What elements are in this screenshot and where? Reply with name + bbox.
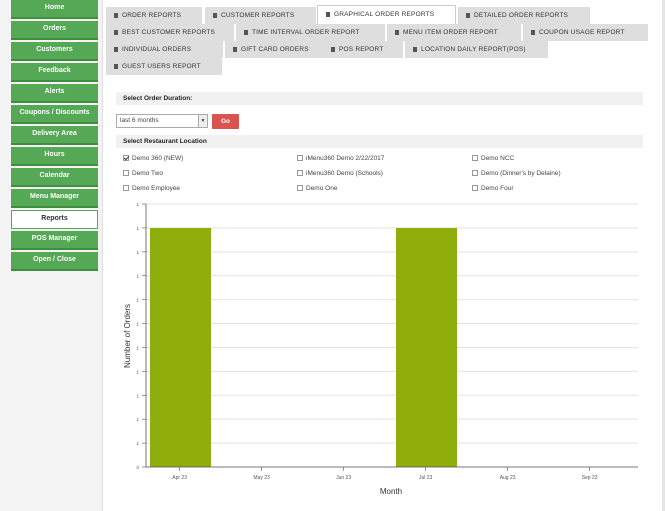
sidebar-item-delivery-area[interactable]: Delivery Area — [11, 126, 98, 145]
document-icon — [213, 13, 217, 18]
location-checkbox[interactable] — [123, 170, 129, 176]
location-option[interactable]: Demo Two — [123, 169, 163, 178]
location-option[interactable]: iMenu360 Demo (Schools) — [297, 169, 383, 178]
sidebar-item-alerts[interactable]: Alerts — [11, 84, 98, 103]
location-option[interactable]: Demo (Dinner's by Delaine) — [472, 169, 561, 178]
sidebar-item-calendar[interactable]: Calendar — [11, 168, 98, 187]
go-button[interactable]: Go — [212, 114, 239, 129]
tab-label: INDIVIDUAL ORDERS — [122, 46, 192, 53]
location-option[interactable]: Demo 360 (NEW) — [123, 154, 183, 163]
tab-label: COUPON USAGE REPORT — [539, 29, 625, 36]
tab-label: GRAPHICAL ORDER REPORTS — [334, 11, 435, 18]
location-label: Demo Employee — [132, 185, 181, 192]
location-checkbox[interactable] — [123, 185, 129, 191]
order-duration-value: last 6 months — [120, 117, 159, 124]
sidebar-item-hours[interactable]: Hours — [11, 147, 98, 166]
sidebar-item-pos-manager[interactable]: POS Manager — [11, 231, 98, 250]
sidebar-item-menu-manager[interactable]: Menu Manager — [11, 189, 98, 208]
document-icon — [331, 47, 335, 52]
tab-individual-orders[interactable]: INDIVIDUAL ORDERS — [106, 41, 223, 58]
location-label: Demo NCC — [481, 155, 515, 162]
location-label: iMenu360 Demo 2/22/2017 — [306, 155, 385, 162]
tab-label: TIME INTERVAL ORDER REPORT — [252, 29, 360, 36]
location-label: Demo One — [306, 185, 338, 192]
tab-label: POS REPORT — [339, 46, 384, 53]
location-checkbox[interactable] — [472, 155, 478, 161]
location-option[interactable]: Demo Employee — [123, 184, 180, 193]
tab-gift-card-orders[interactable]: GIFT CARD ORDERS — [225, 41, 333, 58]
tab-graphical-order-reports[interactable]: GRAPHICAL ORDER REPORTS — [317, 5, 456, 24]
chevron-down-icon[interactable]: ▼ — [198, 115, 207, 127]
tab-menu-item-order-report[interactable]: MENU ITEM ORDER REPORT — [387, 24, 521, 41]
tab-label: GIFT CARD ORDERS — [241, 46, 309, 53]
document-icon — [531, 30, 535, 35]
tab-pos-report[interactable]: POS REPORT — [323, 41, 403, 58]
tab-location-daily-report-pos[interactable]: LOCATION DAILY REPORT(POS) — [405, 41, 548, 58]
document-icon — [114, 64, 118, 69]
location-option[interactable]: Demo One — [297, 184, 337, 193]
location-label: Demo 360 (NEW) — [132, 155, 184, 162]
tab-order-reports[interactable]: ORDER REPORTS — [106, 7, 202, 24]
location-checkbox[interactable] — [297, 170, 303, 176]
tab-label: BEST CUSTOMER REPORTS — [122, 29, 216, 36]
location-label: iMenu360 Demo (Schools) — [306, 170, 383, 177]
document-icon — [413, 47, 417, 52]
tab-label: DETAILED ORDER REPORTS — [474, 12, 569, 19]
document-icon — [114, 13, 118, 18]
tab-label: LOCATION DAILY REPORT(POS) — [421, 46, 526, 53]
location-label: Demo Four — [481, 185, 514, 192]
location-checkbox[interactable] — [472, 170, 478, 176]
location-label: Demo (Dinner's by Delaine) — [481, 170, 561, 177]
tab-label: ORDER REPORTS — [122, 12, 182, 19]
document-icon — [395, 30, 399, 35]
location-checkbox[interactable] — [297, 185, 303, 191]
sidebar-item-open-close[interactable]: Open / Close — [11, 252, 98, 271]
location-checkbox[interactable] — [472, 185, 478, 191]
tab-label: CUSTOMER REPORTS — [221, 12, 295, 19]
sidebar-item-reports[interactable]: Reports — [11, 210, 98, 229]
order-duration-heading: Select Order Duration: — [116, 92, 643, 105]
location-option[interactable]: Demo NCC — [472, 154, 514, 163]
document-icon — [114, 47, 118, 52]
document-icon — [233, 47, 237, 52]
main-panel — [102, 0, 663, 511]
tab-label: MENU ITEM ORDER REPORT — [403, 29, 498, 36]
tab-coupon-usage-report[interactable]: COUPON USAGE REPORT — [523, 24, 648, 41]
tab-time-interval-order-report[interactable]: TIME INTERVAL ORDER REPORT — [236, 24, 385, 41]
sidebar-item-feedback[interactable]: Feedback — [11, 63, 98, 82]
restaurant-location-heading: Select Restaurant Location — [116, 135, 643, 148]
tab-best-customer-reports[interactable]: BEST CUSTOMER REPORTS — [106, 24, 234, 41]
tab-guest-users-report[interactable]: GUEST USERS REPORT — [106, 58, 222, 75]
location-label: Demo Two — [132, 170, 163, 177]
document-icon — [114, 30, 118, 35]
location-option[interactable]: iMenu360 Demo 2/22/2017 — [297, 154, 384, 163]
document-icon — [244, 30, 248, 35]
sidebar-item-orders[interactable]: Orders — [11, 21, 98, 40]
tab-label: GUEST USERS REPORT — [122, 63, 201, 70]
document-icon — [326, 12, 330, 17]
tab-customer-reports[interactable]: CUSTOMER REPORTS — [205, 7, 316, 24]
location-option[interactable]: Demo Four — [472, 184, 514, 193]
sidebar-item-coupons[interactable]: Coupons / Discounts — [11, 105, 98, 124]
sidebar-item-customers[interactable]: Customers — [11, 42, 98, 61]
sidebar-item-home[interactable]: Home — [11, 0, 98, 19]
location-checkbox[interactable] — [123, 155, 129, 161]
document-icon — [466, 13, 470, 18]
tab-detailed-order-reports[interactable]: DETAILED ORDER REPORTS — [458, 7, 590, 24]
location-checkbox[interactable] — [297, 155, 303, 161]
order-duration-select[interactable]: last 6 months ▼ — [116, 114, 208, 128]
sidebar: Home Orders Customers Feedback Alerts Coupons… — [0, 0, 100, 511]
